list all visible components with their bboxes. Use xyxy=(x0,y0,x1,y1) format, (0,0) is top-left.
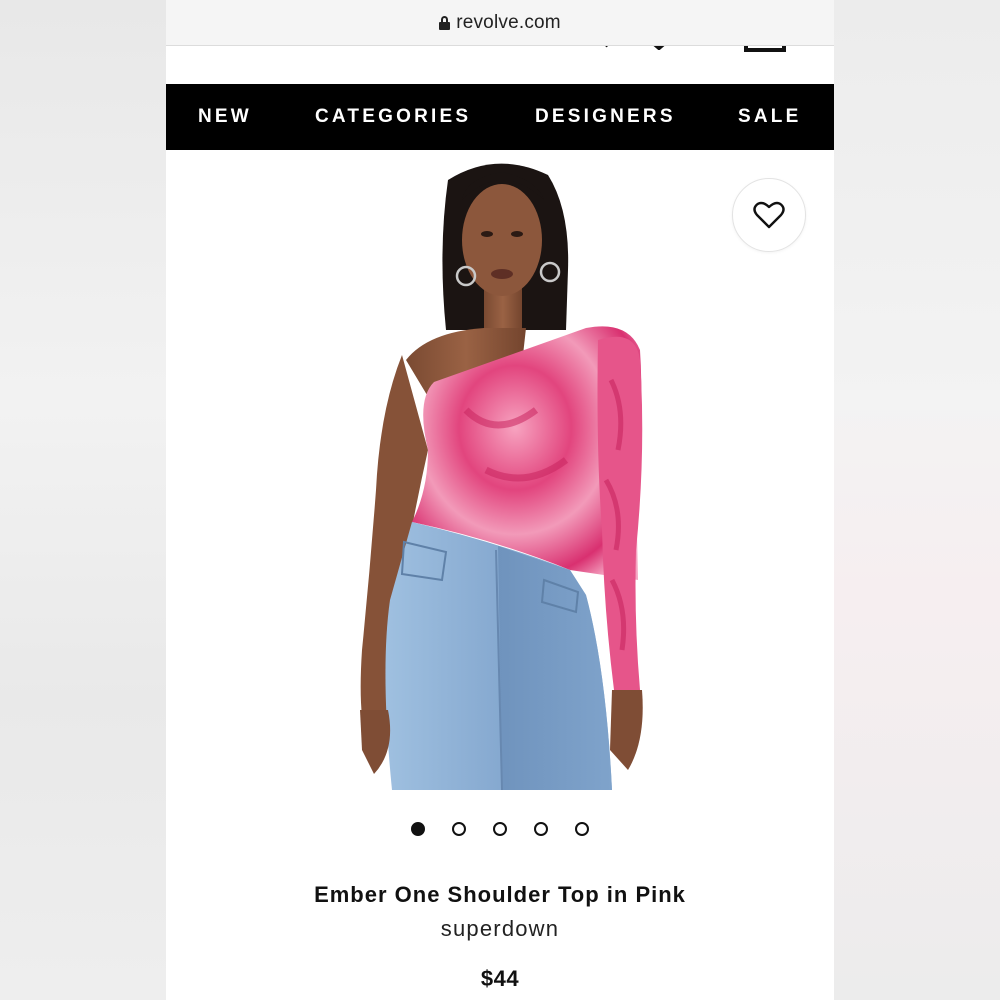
main-nav: NEW CATEGORIES DESIGNERS SALE xyxy=(166,84,834,150)
carousel-dot-4[interactable] xyxy=(534,822,548,836)
carousel-dot-3[interactable] xyxy=(493,822,507,836)
product-photo[interactable] xyxy=(166,150,834,791)
nav-item-categories[interactable]: CATEGORIES xyxy=(315,84,471,150)
product-title: Ember One Shoulder Top in Pink xyxy=(314,882,686,907)
chevron-down-icon[interactable] xyxy=(650,46,668,50)
carousel-dot-5[interactable] xyxy=(575,822,589,836)
search-icon[interactable] xyxy=(588,46,612,52)
shopping-bag-icon[interactable] xyxy=(744,46,786,52)
nav-item-designers[interactable]: DESIGNERS xyxy=(535,84,676,150)
background-right-blur xyxy=(834,0,1000,1000)
browser-url-bar[interactable]: revolve.com xyxy=(166,0,834,46)
phone-screen: revolve.com NEW CATEGORIES DESIGNERS SAL… xyxy=(166,0,834,1000)
site-header xyxy=(166,46,834,84)
nav-item-sale[interactable]: SALE xyxy=(738,84,801,150)
carousel-dot-1[interactable] xyxy=(411,822,425,836)
background-left-blur xyxy=(0,0,166,1000)
carousel-indicators xyxy=(166,820,834,838)
model-illustration xyxy=(360,163,643,791)
wishlist-button[interactable] xyxy=(732,178,806,252)
nav-item-new[interactable]: NEW xyxy=(198,84,252,150)
product-designer-link[interactable]: superdown xyxy=(166,916,834,942)
lock-icon xyxy=(439,15,451,30)
url-text: revolve.com xyxy=(456,11,561,33)
carousel-dot-2[interactable] xyxy=(452,822,466,836)
product-price: $44 xyxy=(480,966,520,991)
heart-icon xyxy=(753,201,785,229)
